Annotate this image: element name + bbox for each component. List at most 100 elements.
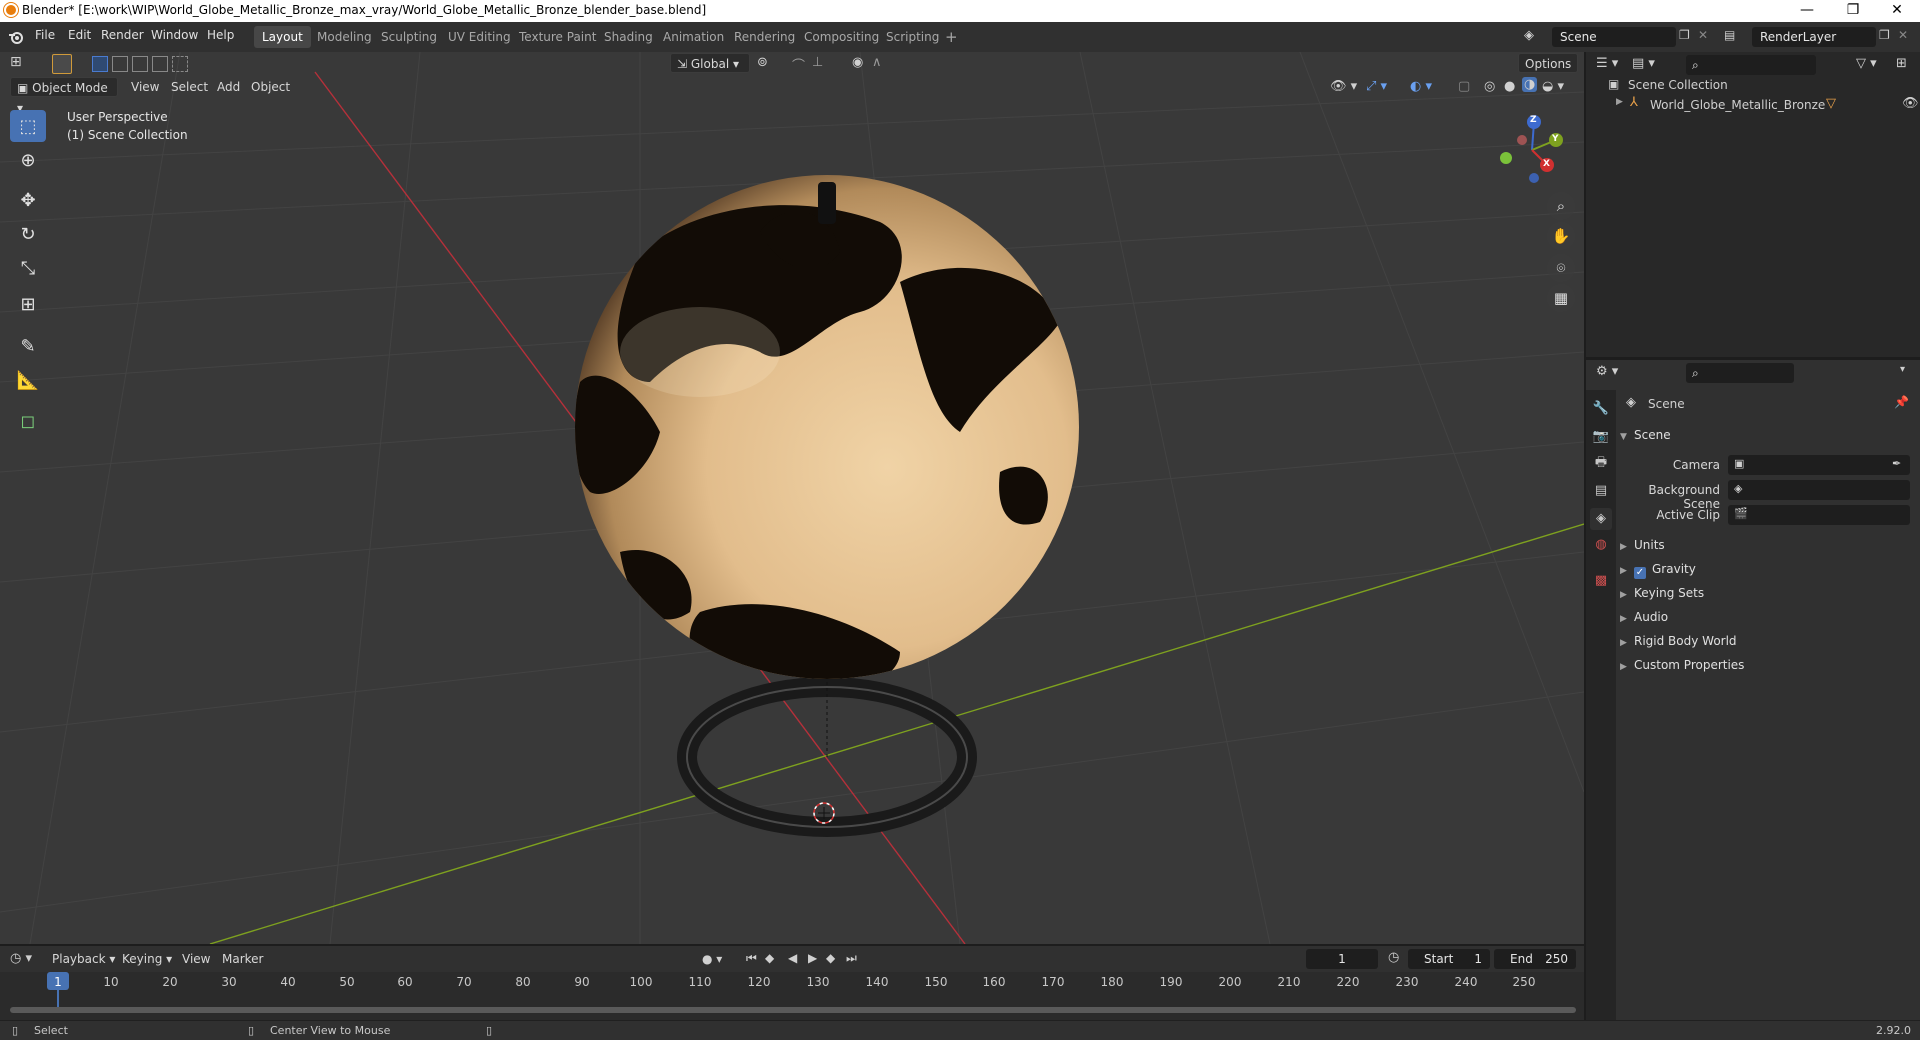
menu-help[interactable]: Help	[207, 28, 234, 42]
menu-view[interactable]: View	[131, 80, 159, 94]
filter-icon[interactable]: ▽ ▾	[1856, 56, 1877, 71]
snap-icon[interactable]: ⌒	[792, 55, 805, 74]
select-intersect-icon[interactable]	[172, 56, 188, 72]
view-layer-tab-icon[interactable]: ▤	[1590, 480, 1612, 502]
gravity-panel[interactable]: ▶ ✓ Gravity	[1620, 558, 1916, 580]
measure-tool-icon[interactable]: 📐	[10, 364, 46, 396]
timeline-editor-icon[interactable]: ◷ ▾	[10, 951, 32, 966]
new-view-layer-icon[interactable]: ❐	[1879, 28, 1890, 42]
tab-animation[interactable]: Animation	[655, 26, 732, 48]
keying-sets-panel[interactable]: ▶ Keying Sets	[1620, 582, 1916, 604]
outliner-editor-icon[interactable]: ☰ ▾	[1596, 56, 1618, 71]
move-tool-icon[interactable]: ✥	[10, 184, 46, 216]
menu-render[interactable]: Render	[101, 28, 144, 42]
add-cube-tool-icon[interactable]: ◻	[10, 405, 46, 437]
current-frame-field[interactable]: 1	[1306, 949, 1378, 969]
properties-editor-icon[interactable]: ⚙ ▾	[1596, 364, 1618, 379]
prev-keyframe-icon[interactable]: ◆	[765, 951, 774, 965]
shading-material-icon[interactable]: ◑	[1522, 77, 1538, 92]
transform-orientation-dropdown[interactable]: ⇲ Global ▾	[670, 53, 750, 73]
menu-timeline-view[interactable]: View	[182, 952, 210, 966]
outliner-scene-collection[interactable]: Scene Collection	[1628, 78, 1728, 92]
pivot-icon[interactable]: ⊚	[757, 55, 768, 70]
shading-rendered-icon[interactable]: ◒ ▾	[1542, 79, 1564, 94]
play-icon[interactable]: ▶	[808, 951, 817, 965]
shading-solid-icon[interactable]: ●	[1504, 79, 1515, 94]
scene-selector-icon[interactable]: ◈	[1524, 28, 1534, 43]
custom-properties-panel[interactable]: ▶ Custom Properties	[1620, 654, 1916, 676]
view-layer-field[interactable]: RenderLayer	[1752, 27, 1876, 47]
camera-view-icon[interactable]: ⌾	[1547, 254, 1575, 282]
eyedropper-icon[interactable]: ✒	[1892, 457, 1901, 470]
scene-tab-icon[interactable]: ◈	[1590, 508, 1612, 530]
menu-add[interactable]: Add	[217, 80, 240, 94]
record-icon[interactable]: ● ▾	[702, 952, 722, 966]
menu-file[interactable]: File	[35, 28, 55, 42]
output-tab-icon[interactable]: 🖶	[1590, 452, 1612, 474]
scale-tool-icon[interactable]: ⤡	[10, 252, 46, 284]
scene-panel-header[interactable]: ▼ Scene	[1620, 424, 1916, 446]
select-extend-icon[interactable]	[112, 56, 128, 72]
texture-tab-icon[interactable]: ▩	[1590, 570, 1612, 592]
view-layer-icon[interactable]: ▤	[1724, 28, 1735, 42]
background-scene-field[interactable]: ◈	[1728, 480, 1910, 500]
jump-end-icon[interactable]: ⏭	[846, 951, 857, 966]
proportional-edit-icon[interactable]: ◉	[852, 55, 863, 70]
properties-options-icon[interactable]: ▾	[1900, 364, 1905, 375]
play-reverse-icon[interactable]: ◀	[788, 951, 797, 965]
close-button[interactable]: ✕	[1874, 0, 1920, 22]
next-keyframe-icon[interactable]: ◆	[826, 951, 835, 965]
tab-shading[interactable]: Shading	[596, 26, 661, 48]
menu-edit[interactable]: Edit	[68, 28, 91, 42]
select-box-tool-icon[interactable]: ⬚	[10, 110, 46, 142]
tab-texture-paint[interactable]: Texture Paint	[511, 26, 604, 48]
visibility-eye-icon[interactable]: 👁	[1902, 96, 1919, 111]
outliner-search-input[interactable]: ⌕	[1686, 55, 1816, 75]
falloff-icon[interactable]: ∧	[872, 55, 882, 70]
pin-icon[interactable]: 📌	[1894, 395, 1909, 409]
new-collection-icon[interactable]: ⊞	[1896, 56, 1907, 71]
properties-search-input[interactable]: ⌕	[1686, 363, 1794, 383]
tab-uv-editing[interactable]: UV Editing	[440, 26, 519, 48]
select-new-icon[interactable]	[92, 56, 108, 72]
blender-menu-icon[interactable]	[8, 29, 24, 45]
select-mode-icon[interactable]	[52, 54, 72, 74]
start-frame-field[interactable]: Start 1	[1408, 949, 1490, 969]
new-scene-icon[interactable]: ❐	[1679, 28, 1690, 42]
gravity-checkbox[interactable]: ✓	[1634, 567, 1646, 579]
tab-sculpting[interactable]: Sculpting	[373, 26, 445, 48]
end-frame-field[interactable]: End 250	[1494, 949, 1576, 969]
tab-layout[interactable]: Layout	[254, 26, 311, 48]
delete-scene-icon[interactable]: ✕	[1698, 28, 1708, 42]
rigid-body-world-panel[interactable]: ▶ Rigid Body World	[1620, 630, 1916, 652]
delete-view-layer-icon[interactable]: ✕	[1898, 28, 1908, 42]
visibility-icon[interactable]: 👁 ▾	[1330, 79, 1357, 94]
editor-type-icon[interactable]: ⊞	[10, 54, 22, 70]
object-mode-dropdown[interactable]: ▣ Object Mode ▾	[10, 77, 118, 115]
tab-compositing[interactable]: Compositing	[796, 26, 887, 48]
timeline-scrollbar[interactable]	[10, 1007, 1576, 1013]
camera-field[interactable]: ▣ ✒	[1728, 455, 1910, 475]
world-tab-icon[interactable]: ◍	[1590, 534, 1612, 556]
shading-wireframe-icon[interactable]: ◎	[1484, 79, 1495, 94]
add-workspace-button[interactable]: +	[937, 26, 966, 48]
transform-tool-icon[interactable]: ⊞	[10, 288, 46, 320]
select-invert-icon[interactable]	[152, 56, 168, 72]
rotate-tool-icon[interactable]: ↻	[10, 218, 46, 250]
display-mode-icon[interactable]: ▤ ▾	[1632, 56, 1655, 71]
audio-panel[interactable]: ▶ Audio	[1620, 606, 1916, 628]
scene-field[interactable]: Scene	[1552, 27, 1676, 47]
tab-modeling[interactable]: Modeling	[309, 26, 380, 48]
tab-rendering[interactable]: Rendering	[726, 26, 803, 48]
zoom-icon[interactable]: ⌕	[1547, 192, 1575, 220]
expand-triangle-icon[interactable]: ▶	[1616, 97, 1623, 107]
preview-range-icon[interactable]: ◷	[1388, 950, 1399, 965]
gizmo-toggle-icon[interactable]: ⤢ ▾	[1366, 79, 1387, 94]
overlay-toggle-icon[interactable]: ◐ ▾	[1410, 79, 1432, 94]
select-subtract-icon[interactable]	[132, 56, 148, 72]
menu-select[interactable]: Select	[171, 80, 208, 94]
tool-tab-icon[interactable]: 🔧	[1590, 398, 1612, 420]
menu-object[interactable]: Object	[251, 80, 290, 94]
render-tab-icon[interactable]: 📷	[1590, 426, 1612, 448]
menu-keying[interactable]: Keying ▾	[122, 952, 172, 966]
